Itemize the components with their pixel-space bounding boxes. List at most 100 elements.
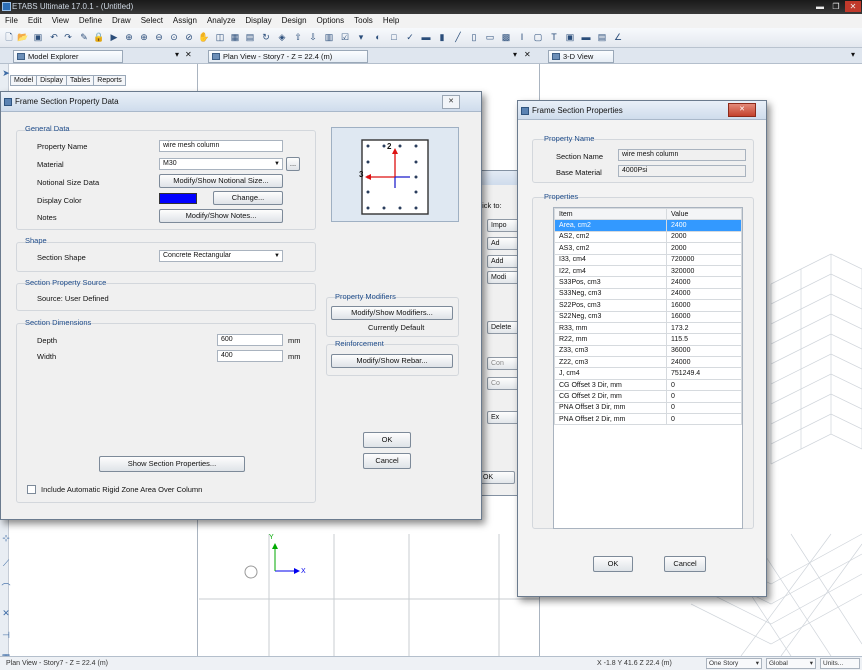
table-row[interactable]: I22, cm4 320000 bbox=[554, 264, 742, 278]
perspective-icon[interactable]: ◈ bbox=[276, 31, 288, 44]
grid-icon[interactable]: □ bbox=[388, 31, 400, 44]
tab-plan-view[interactable]: Plan View - Story7 - Z = 22.4 (m) bbox=[208, 50, 368, 63]
add-copy-button[interactable]: Add bbox=[487, 255, 519, 268]
menu-analyze[interactable]: Analyze bbox=[202, 14, 240, 28]
table-row[interactable]: Area, cm2 2400 bbox=[554, 219, 742, 232]
undo-icon[interactable]: ↶ bbox=[48, 31, 60, 44]
show-section-properties-button[interactable]: Show Section Properties... bbox=[99, 456, 245, 472]
explorer-tab-display[interactable]: Display bbox=[36, 75, 68, 86]
material-browse-button[interactable]: ... bbox=[286, 157, 300, 171]
menu-display[interactable]: Display bbox=[240, 14, 276, 28]
delete-button[interactable]: Delete bbox=[487, 321, 519, 334]
plan-close-icon[interactable]: ✕ bbox=[524, 50, 531, 59]
section-shape-select[interactable]: Concrete Rectangular ▼ bbox=[159, 250, 283, 262]
tab-3d-view[interactable]: 3-D View bbox=[548, 50, 614, 63]
table-row[interactable]: Z22, cm3 24000 bbox=[554, 356, 742, 369]
3d-pin-icon[interactable]: ▾ bbox=[851, 50, 855, 59]
menu-select[interactable]: Select bbox=[136, 14, 168, 28]
draw-arc-icon[interactable]: ⌒ bbox=[0, 583, 12, 594]
menu-edit[interactable]: Edit bbox=[23, 14, 47, 28]
depth-input[interactable]: 600 bbox=[217, 334, 283, 346]
table-row[interactable]: R33, mm 173.2 bbox=[554, 321, 742, 335]
table-row[interactable]: CG Offset 3 Dir, mm 0 bbox=[554, 378, 742, 392]
draw-beam-icon[interactable]: ▬ bbox=[420, 31, 432, 44]
close-icon[interactable]: ✕ bbox=[845, 1, 861, 12]
menu-assign[interactable]: Assign bbox=[168, 14, 202, 28]
table-row[interactable]: R22, mm 115.5 bbox=[554, 333, 742, 346]
design-icon[interactable]: ∠ bbox=[612, 31, 624, 44]
menu-design[interactable]: Design bbox=[277, 14, 312, 28]
table-row[interactable]: CG Offset 2 Dir, mm 0 bbox=[554, 390, 742, 403]
zoom-out-icon[interactable]: ⊖ bbox=[153, 31, 165, 44]
add-button[interactable]: Ad bbox=[487, 237, 519, 250]
table-row[interactable]: S33Pos, cm3 24000 bbox=[554, 276, 742, 289]
modify-modifiers-button[interactable]: Modify/Show Modifiers... bbox=[331, 306, 453, 320]
menu-draw[interactable]: Draw bbox=[107, 14, 136, 28]
draw-brace-tool-icon[interactable]: ✕ bbox=[0, 608, 12, 619]
minimize-icon[interactable]: ▬ bbox=[812, 1, 828, 12]
explorer-close-icon[interactable]: ✕ bbox=[185, 50, 192, 59]
draw-wall-icon[interactable]: ▯ bbox=[468, 31, 480, 44]
zoom-previous-icon[interactable]: ⊙ bbox=[168, 31, 180, 44]
draw-dimension-icon[interactable]: I bbox=[516, 31, 528, 44]
zoom-in-icon[interactable]: ⊕ bbox=[138, 31, 150, 44]
pencil-icon[interactable]: ✎ bbox=[78, 31, 90, 44]
elevation-view-icon[interactable]: ▤ bbox=[244, 31, 256, 44]
menu-file[interactable]: File bbox=[0, 14, 23, 28]
plan-pin-icon[interactable]: ▾ bbox=[513, 50, 517, 59]
width-input[interactable]: 400 bbox=[217, 350, 283, 362]
lock-icon[interactable]: 🔒 bbox=[93, 31, 105, 44]
display-options-icon[interactable]: ☑ bbox=[339, 31, 351, 44]
background-ok-button[interactable]: OK bbox=[479, 471, 515, 484]
maximize-icon[interactable]: ❐ bbox=[828, 1, 844, 12]
material-select[interactable]: M30 ▼ bbox=[159, 158, 283, 170]
assign-shell-icon[interactable]: ▣ bbox=[564, 31, 576, 44]
import-button[interactable]: Impo bbox=[487, 219, 519, 232]
explorer-tab-reports[interactable]: Reports bbox=[93, 75, 126, 86]
props-dialog-close-icon[interactable]: ✕ bbox=[728, 103, 756, 117]
wall-stack-icon[interactable]: ▩ bbox=[500, 31, 512, 44]
snap-icon[interactable]: ✓ bbox=[404, 31, 416, 44]
display-color-swatch[interactable] bbox=[159, 193, 197, 204]
assign-load-icon[interactable]: ▬ bbox=[580, 31, 592, 44]
notional-size-button[interactable]: Modify/Show Notional Size... bbox=[159, 174, 283, 188]
table-row[interactable]: Z33, cm3 36000 bbox=[554, 344, 742, 358]
table-row[interactable]: I33, cm4 720000 bbox=[554, 253, 742, 266]
table-row[interactable]: S22Neg, cm3 16000 bbox=[554, 310, 742, 323]
explorer-tab-model[interactable]: Model bbox=[10, 75, 38, 86]
table-row[interactable]: AS3, cm2 2000 bbox=[554, 242, 742, 255]
rigid-zone-checkbox[interactable] bbox=[27, 485, 36, 494]
3d-view-icon[interactable]: ◫ bbox=[214, 31, 226, 44]
run-analysis-icon[interactable]: ▶ bbox=[108, 31, 120, 44]
modify-rebar-button[interactable]: Modify/Show Rebar... bbox=[331, 354, 453, 368]
units-button[interactable]: Units... bbox=[820, 658, 860, 669]
props-dialog-ok-button[interactable]: OK bbox=[593, 556, 633, 572]
table-row[interactable]: S33Neg, cm3 24000 bbox=[554, 287, 742, 301]
new-model-icon[interactable]: 🗋 bbox=[3, 31, 15, 44]
frame-dialog-close-icon[interactable]: ✕ bbox=[442, 95, 460, 109]
open-icon[interactable]: 📂 bbox=[17, 31, 29, 44]
draw-floor-icon[interactable]: ▭ bbox=[484, 31, 496, 44]
object-shrink-icon[interactable]: ▥ bbox=[323, 31, 335, 44]
story-select[interactable]: One Story ▾ bbox=[706, 658, 762, 669]
save-icon[interactable]: ▣ bbox=[32, 31, 44, 44]
move-down-icon[interactable]: ⇩ bbox=[307, 31, 319, 44]
pan-icon[interactable]: ✋ bbox=[198, 31, 210, 44]
menu-tools[interactable]: Tools bbox=[349, 14, 378, 28]
table-row[interactable]: AS2, cm2 2000 bbox=[554, 230, 742, 244]
display-menu-icon[interactable]: ▾ bbox=[355, 31, 367, 44]
menu-view[interactable]: View bbox=[47, 14, 74, 28]
explorer-tab-tables[interactable]: Tables bbox=[66, 75, 95, 86]
redo-icon[interactable]: ↷ bbox=[62, 31, 74, 44]
convert-button[interactable]: Con bbox=[487, 357, 519, 370]
coordinate-system-select[interactable]: Global ▾ bbox=[766, 658, 816, 669]
assign-frame-icon[interactable]: ▢ bbox=[532, 31, 544, 44]
menu-define[interactable]: Define bbox=[74, 14, 107, 28]
props-dialog-cancel-button[interactable]: Cancel bbox=[664, 556, 706, 572]
explorer-pin-icon[interactable]: ▾ bbox=[175, 50, 179, 59]
frame-dialog-cancel-button[interactable]: Cancel bbox=[363, 453, 411, 469]
copy-button[interactable]: Co bbox=[487, 377, 519, 390]
frame-dialog-ok-button[interactable]: OK bbox=[363, 432, 411, 448]
rotate-icon[interactable]: ↻ bbox=[260, 31, 272, 44]
zoom-restore-icon[interactable]: ⊘ bbox=[183, 31, 195, 44]
